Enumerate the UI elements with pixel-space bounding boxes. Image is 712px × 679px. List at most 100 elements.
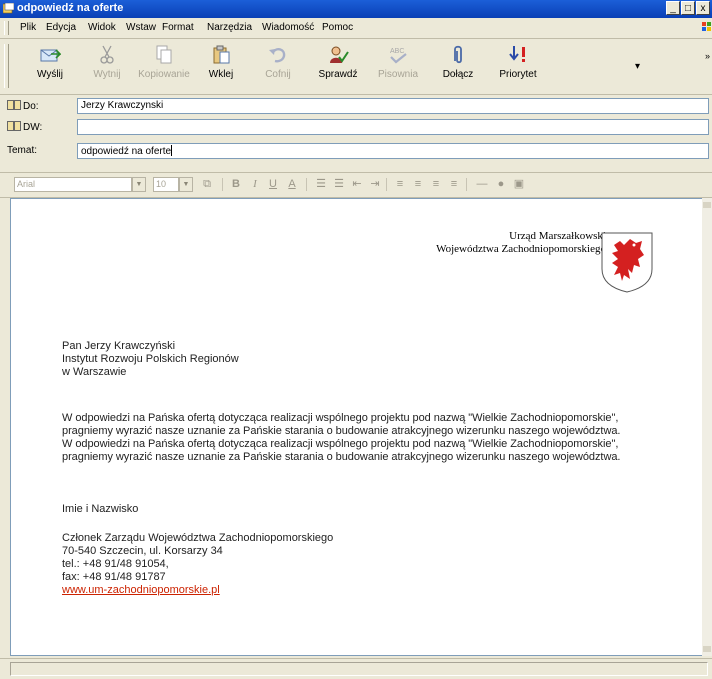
subject-label: Temat:: [7, 145, 38, 156]
align-center-icon[interactable]: ≡: [411, 177, 425, 192]
size-dropdown-icon[interactable]: ▼: [179, 177, 193, 192]
decrease-indent-icon[interactable]: ⇤: [350, 177, 364, 192]
menu-format[interactable]: Format: [162, 22, 194, 33]
font-color-icon[interactable]: A: [285, 177, 299, 192]
increase-indent-icon[interactable]: ⇥: [368, 177, 382, 192]
coat-of-arms-icon: [601, 232, 653, 293]
subject-row: Temat: odpowiedź na oferte: [0, 141, 712, 162]
format-toolbar: Arial ▼ 10 ▼ ⧉ B I U A ☰ ☰ ⇤ ⇥ ≡ ≡ ≡ ≡ —…: [0, 172, 712, 198]
minimize-button[interactable]: _: [666, 1, 680, 15]
website-link[interactable]: www.um-zachodniopomorskie.pl: [62, 584, 220, 596]
insert-picture-icon[interactable]: ▣: [512, 177, 526, 192]
menu-wiadomosc[interactable]: Wiadomość: [262, 22, 314, 33]
status-bar: [0, 658, 712, 679]
menu-grip: [4, 21, 9, 35]
italic-icon[interactable]: I: [249, 177, 261, 192]
scroll-up-icon[interactable]: [703, 202, 711, 208]
cut-icon: [100, 45, 114, 64]
org-header: Urząd Marszałkowski Województwa Zachodni…: [436, 230, 606, 256]
windows-flag-icon: [702, 22, 711, 31]
separator: [222, 178, 223, 191]
attach-icon: [454, 45, 462, 64]
undo-icon: [269, 48, 286, 63]
cc-field[interactable]: [77, 119, 709, 135]
check-names-label: Sprawdź: [318, 69, 358, 80]
priority-icon: [509, 46, 525, 62]
close-button[interactable]: x: [696, 1, 710, 15]
attach-button[interactable]: Dołącz: [427, 43, 489, 91]
scroll-down-icon[interactable]: [703, 646, 711, 652]
org-line-1: Urząd Marszałkowski: [509, 230, 606, 242]
cut-label: Wytnij: [93, 69, 121, 80]
font-dropdown-icon[interactable]: ▼: [132, 177, 146, 192]
bold-icon[interactable]: B: [230, 177, 242, 192]
menu-pomoc[interactable]: Pomoc: [322, 22, 353, 33]
addressee-line: Instytut Rozwoju Polskich Regionów: [62, 353, 239, 365]
bullet-list-icon[interactable]: ☰: [332, 177, 346, 192]
hyperlink-icon[interactable]: ●: [494, 177, 508, 192]
addressee-line: Pan Jerzy Krawczyński: [62, 340, 176, 352]
priority-dropdown-icon[interactable]: ▾: [635, 61, 640, 72]
addressee-block: Pan Jerzy Krawczyński Instytut Rozwoju P…: [62, 340, 239, 379]
spelling-label: Pisownia: [377, 69, 419, 80]
align-right-icon[interactable]: ≡: [429, 177, 443, 192]
check-names-button[interactable]: Sprawdź: [307, 43, 369, 91]
toolbar-overflow-icon[interactable]: »: [705, 51, 710, 61]
subject-field[interactable]: odpowiedź na oferte: [77, 143, 709, 159]
separator: [306, 178, 307, 191]
send-icon: [40, 49, 61, 62]
toolbar-grip: [4, 44, 9, 88]
send-label: Wyślij: [36, 69, 63, 80]
paragraph-line: W odpowiedzi na Pańska ofertą dotycząca …: [62, 438, 619, 450]
cc-row: DW:: [0, 117, 712, 138]
align-left-icon[interactable]: ≡: [393, 177, 407, 192]
paste-button[interactable]: Wklej: [190, 43, 252, 91]
horizontal-line-icon[interactable]: —: [474, 177, 490, 192]
signature-line: tel.: +48 91/48 91054,: [62, 558, 169, 570]
to-field-label[interactable]: Do:: [7, 100, 39, 112]
paragraph-line: pragniemy wyrazić nasze uznanie za Pańsk…: [62, 425, 621, 437]
signature-block: Członek Zarządu Województwa Zachodniopom…: [62, 532, 333, 597]
message-body[interactable]: Urząd Marszałkowski Województwa Zachodni…: [10, 198, 705, 656]
menu-plik[interactable]: Plik: [20, 22, 36, 33]
spelling-icon: ABC: [390, 48, 407, 64]
menu-wstaw[interactable]: Wstaw: [126, 22, 156, 33]
menu-widok[interactable]: Widok: [88, 22, 116, 33]
paragraph-line: W odpowiedzi na Pańska ofertą dotycząca …: [62, 412, 619, 424]
justify-icon[interactable]: ≡: [447, 177, 461, 192]
paragraph-style-icon[interactable]: ⧉: [200, 177, 214, 192]
cc-field-label[interactable]: DW:: [7, 121, 42, 133]
menu-narzedzia[interactable]: Narzędzia: [207, 22, 252, 33]
numbered-list-icon[interactable]: ☰: [314, 177, 328, 192]
font-select[interactable]: Arial: [14, 177, 132, 192]
vertical-scrollbar[interactable]: [702, 198, 712, 656]
spelling-button[interactable]: ABC Pisownia: [367, 43, 429, 91]
underline-icon[interactable]: U: [267, 177, 279, 192]
send-button[interactable]: Wyślij: [19, 43, 81, 91]
status-pane: [10, 662, 708, 676]
separator: [386, 178, 387, 191]
paste-icon: [213, 45, 230, 64]
to-row: Do: Jerzy Krawczynski: [0, 96, 712, 117]
cut-button[interactable]: Wytnij: [76, 43, 138, 91]
menu-edycja[interactable]: Edycja: [46, 22, 76, 33]
address-book-icon: [7, 121, 21, 131]
signature-line: Członek Zarządu Województwa Zachodniopom…: [62, 532, 334, 544]
signature-line: 70-540 Szczecin, ul. Korsarzy 34: [62, 545, 223, 557]
copy-button[interactable]: Kopiowanie: [133, 43, 195, 91]
to-field[interactable]: Jerzy Krawczynski: [77, 98, 709, 114]
attach-label: Dołącz: [442, 69, 474, 80]
maximize-button[interactable]: □: [681, 1, 695, 15]
check-names-icon: [330, 46, 349, 63]
paste-label: Wklej: [208, 69, 234, 80]
address-book-icon: [7, 100, 21, 110]
signature-name: Imie i Nazwisko: [62, 503, 139, 515]
undo-button[interactable]: Cofnij: [247, 43, 309, 91]
copy-icon: [156, 45, 172, 64]
text-caret: [171, 145, 173, 156]
font-size-select[interactable]: 10: [153, 177, 179, 192]
toolbar: Wyślij Wytnij Kopiowanie Wklej Cofnij Sp…: [0, 39, 712, 95]
priority-button[interactable]: Priorytet: [487, 43, 549, 91]
org-line-2: Województwa Zachodniopomorskiego: [436, 243, 606, 255]
signature-line: fax: +48 91/48 91787: [62, 571, 166, 583]
